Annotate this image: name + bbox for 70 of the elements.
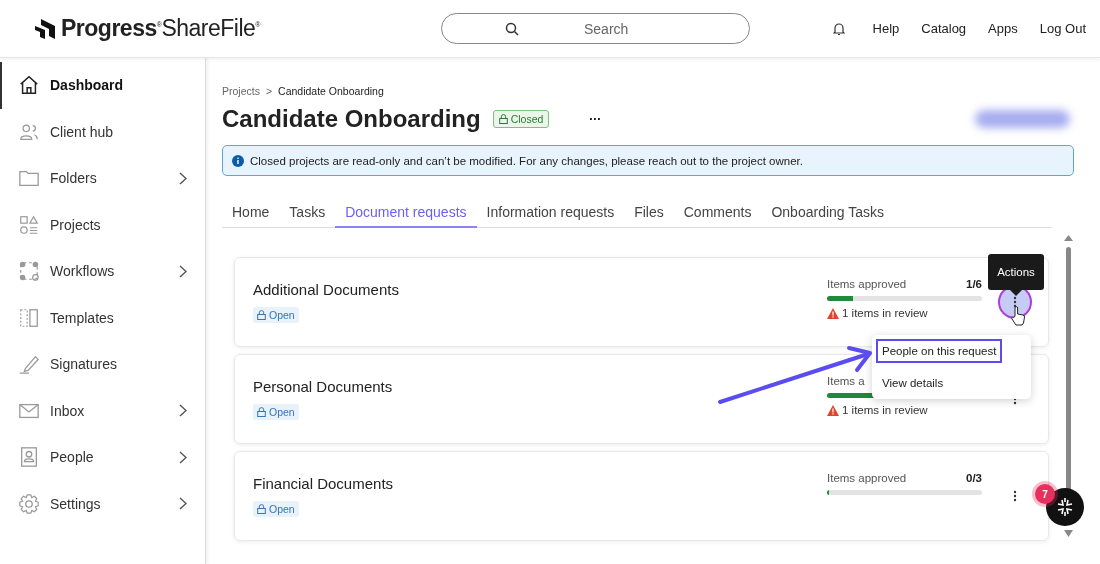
breadcrumb-item: Candidate Onboarding bbox=[278, 85, 384, 97]
header-link[interactable]: Catalog bbox=[921, 21, 967, 36]
lock-icon bbox=[257, 407, 266, 417]
logo-icon bbox=[33, 16, 57, 41]
request-title: Personal Documents bbox=[253, 378, 394, 395]
status-label: Open bbox=[269, 309, 295, 321]
header-link[interactable]: Apps bbox=[988, 21, 1018, 36]
banner-text: Closed projects are read-only and can’t be modified. For any changes, please reach out to the project owner. bbox=[250, 154, 803, 167]
house-icon bbox=[18, 74, 40, 97]
tab[interactable]: Tasks bbox=[279, 204, 336, 228]
status-label: Open bbox=[269, 406, 295, 418]
review-text: 1 items in review bbox=[842, 404, 928, 416]
search-icon bbox=[505, 22, 519, 36]
sidebar-item[interactable]: Folders bbox=[0, 155, 205, 202]
page-title: Candidate Onboarding bbox=[222, 105, 481, 133]
tab[interactable]: Onboarding Tasks bbox=[761, 204, 895, 228]
logo-text: Progress$^{®}$ShareFile$^{®}$ bbox=[61, 15, 260, 42]
breadcrumb-item[interactable]: Projects bbox=[222, 85, 260, 97]
sidebar-item[interactable]: People bbox=[0, 434, 205, 481]
sidebar-item[interactable]: Settings bbox=[0, 480, 205, 527]
tab[interactable]: Home bbox=[222, 204, 280, 228]
pen-icon bbox=[18, 353, 40, 376]
sidebar-item[interactable]: Templates bbox=[0, 294, 205, 341]
menu-item[interactable]: People on this request bbox=[876, 339, 1003, 363]
notification-badge: 7 bbox=[1035, 484, 1055, 504]
sidebar-item[interactable]: Inbox bbox=[0, 387, 205, 434]
progress-label: Items a bbox=[827, 375, 865, 387]
menu-item[interactable]: View details bbox=[876, 371, 950, 395]
kebab-icon bbox=[1013, 490, 1017, 502]
chat-button[interactable] bbox=[1046, 488, 1084, 526]
lock-icon bbox=[498, 114, 508, 124]
status-label: Closed bbox=[510, 113, 544, 125]
request-title: Additional Documents bbox=[253, 281, 400, 298]
header-link[interactable]: Log Out bbox=[1039, 21, 1086, 36]
tooltip-pointer bbox=[1010, 290, 1022, 296]
tab[interactable]: Document requests bbox=[335, 204, 477, 228]
warning-icon bbox=[827, 404, 839, 416]
kebab-icon bbox=[1013, 296, 1017, 308]
more-button[interactable]: ··· bbox=[583, 111, 608, 127]
template-icon bbox=[18, 306, 40, 329]
hand-cursor-icon bbox=[1010, 306, 1026, 326]
settings-icon bbox=[18, 492, 40, 515]
nodes-icon bbox=[18, 260, 40, 283]
sidebar-item[interactable]: Workflows bbox=[0, 248, 205, 295]
sidebar-item[interactable]: Signatures bbox=[0, 341, 205, 388]
lock-icon bbox=[257, 504, 266, 514]
progress-count: 1/6 bbox=[966, 278, 982, 290]
tooltip: Actions bbox=[988, 254, 1044, 290]
warning-icon bbox=[827, 307, 839, 319]
bell-icon[interactable] bbox=[832, 21, 845, 36]
info-icon bbox=[232, 154, 244, 167]
progress-label: Items approved bbox=[827, 472, 907, 484]
scrollbar[interactable] bbox=[1063, 233, 1074, 540]
sidebar-item[interactable]: Dashboard bbox=[0, 62, 205, 109]
tab[interactable]: Comments bbox=[673, 204, 762, 228]
sidebar-item[interactable]: Client hub bbox=[0, 108, 205, 155]
progress-count: 0/3 bbox=[966, 472, 982, 484]
breadcrumb-separator: > bbox=[265, 85, 273, 97]
status-label: Open bbox=[269, 503, 295, 515]
header-link[interactable]: Help bbox=[872, 21, 900, 36]
request-title: Financial Documents bbox=[253, 475, 395, 492]
progress-label: Items approved bbox=[827, 278, 907, 290]
tab[interactable]: Information requests bbox=[476, 204, 625, 228]
shapes-icon bbox=[18, 213, 40, 236]
tab[interactable]: Files bbox=[624, 204, 674, 228]
contact-card-icon bbox=[18, 446, 40, 469]
lock-icon bbox=[257, 310, 266, 320]
search-field[interactable]: Search bbox=[441, 13, 750, 44]
review-text: 1 items in review bbox=[842, 307, 928, 319]
sidebar-item[interactable]: Projects bbox=[0, 201, 205, 248]
